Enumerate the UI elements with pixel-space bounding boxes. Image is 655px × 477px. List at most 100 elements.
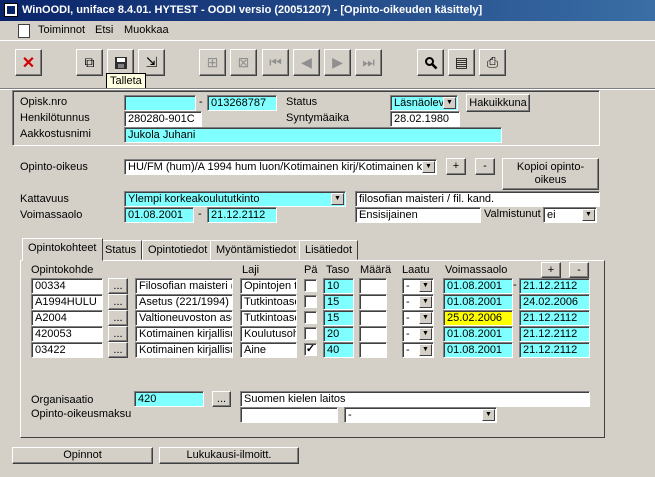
row-laji-field[interactable]: Aine (240, 342, 297, 358)
row-from-field[interactable]: 01.08.2001 (443, 278, 513, 294)
menu-etsi[interactable]: Etsi (95, 24, 113, 36)
chevron-down-icon[interactable]: ▼ (482, 409, 495, 421)
chevron-down-icon[interactable]: ▼ (422, 161, 435, 173)
add-opinto-oikeus-button[interactable]: + (446, 158, 466, 175)
add-record-icon[interactable]: ⊞ (199, 49, 226, 76)
row-code-field[interactable]: 00334 (31, 278, 103, 294)
row-code-field[interactable]: A1994HULU (31, 294, 103, 310)
row-to-field[interactable]: 21.12.2112 (519, 342, 590, 358)
organisaatio-lookup-button[interactable]: ... (212, 391, 231, 407)
organisaatio-name-field[interactable]: Suomen kielen laitos (240, 391, 590, 407)
chevron-down-icon[interactable]: ▼ (419, 280, 432, 292)
last-record-icon[interactable]: ⏭ (355, 49, 382, 76)
row-pa-checkbox[interactable] (304, 311, 317, 324)
row-lookup-button[interactable]: ... (108, 310, 128, 326)
chevron-down-icon[interactable]: ▼ (419, 312, 432, 324)
row-taso-field[interactable]: 40 (323, 342, 354, 358)
henkilotunnus-field[interactable]: 280280-901C (124, 111, 202, 127)
report-icon[interactable]: ▤ (448, 49, 475, 76)
menu-toiminnot[interactable]: Toiminnot (38, 24, 85, 36)
chevron-down-icon[interactable]: ▼ (582, 209, 595, 221)
row-to-field[interactable]: 21.12.2112 (519, 278, 590, 294)
row-lookup-button[interactable]: ... (108, 294, 128, 310)
row-pa-checkbox[interactable] (304, 279, 317, 292)
row-taso-field[interactable]: 20 (323, 326, 354, 342)
row-maara-field[interactable] (359, 342, 387, 358)
hakuikkuna-button[interactable]: Hakuikkuna (466, 94, 530, 112)
syntymaaika-field[interactable]: 28.02.1980 (390, 111, 460, 127)
row-lookup-button[interactable]: ... (108, 342, 128, 358)
row-pa-checkbox[interactable] (304, 327, 317, 340)
ensisijainen-field[interactable]: Ensisijainen (355, 207, 481, 223)
row-laatu-select[interactable]: - ▼ (402, 342, 434, 358)
exit-icon[interactable]: ⇲ (138, 49, 165, 76)
row-laatu-select[interactable]: - ▼ (402, 294, 434, 310)
row-laatu-select[interactable]: - ▼ (402, 310, 434, 326)
row-laji-field[interactable]: Opintojen ta (240, 278, 297, 294)
row-maara-field[interactable] (359, 278, 387, 294)
row-code-field[interactable]: A2004 (31, 310, 103, 326)
tutkinto-field[interactable]: filosofian maisteri / fil. kand. (355, 191, 600, 207)
chevron-down-icon[interactable]: ▼ (419, 296, 432, 308)
valmistunut-select[interactable]: ei ▼ (543, 207, 597, 223)
search-icon[interactable] (417, 49, 444, 76)
tab-opintokohteet[interactable]: Opintokohteet (22, 238, 103, 261)
tab-myontamistiedot[interactable]: Myöntämistiedot (210, 240, 303, 260)
voimassa-from-field[interactable]: 01.08.2001 (124, 207, 194, 223)
lukukausi-ilmoitt-button[interactable]: Lukukausi-ilmoitt. (159, 447, 299, 464)
remove-row-button[interactable]: - (569, 262, 589, 278)
print-icon[interactable]: ⎙ (479, 49, 506, 76)
copy-icon[interactable]: ⧉ (76, 49, 103, 76)
first-record-icon[interactable]: ⏮ (262, 49, 289, 76)
row-laji-field[interactable]: Tutkintoase (240, 294, 297, 310)
kopioi-opinto-oikeus-button[interactable]: Kopioi opinto-oikeus (502, 158, 599, 190)
row-pa-checkbox[interactable]: ✓ (304, 343, 317, 356)
cancel-icon[interactable]: ✕ (15, 49, 42, 76)
row-from-field[interactable]: 01.08.2001 (443, 342, 513, 358)
row-lookup-button[interactable]: ... (108, 278, 128, 294)
row-name-field[interactable]: Kotimainen kirjallisu (135, 342, 233, 358)
delete-record-icon[interactable]: ⊠ (230, 49, 257, 76)
save-icon[interactable] (107, 49, 134, 76)
row-pa-checkbox[interactable] (304, 295, 317, 308)
row-taso-field[interactable]: 10 (323, 278, 354, 294)
row-lookup-button[interactable]: ... (108, 326, 128, 342)
opinnot-button[interactable]: Opinnot (12, 447, 153, 464)
row-taso-field[interactable]: 15 (323, 294, 354, 310)
tab-opintotiedot[interactable]: Opintotiedot (142, 240, 214, 260)
opinto-oikeus-select[interactable]: HU/FM (hum)/A 1994 hum luon/Kotimainen k… (124, 159, 437, 175)
chevron-down-icon[interactable]: ▼ (419, 328, 432, 340)
voimassa-to-field[interactable]: 21.12.2112 (207, 207, 277, 223)
document-icon[interactable] (18, 24, 30, 38)
organisaatio-code-field[interactable]: 420 (134, 391, 204, 407)
row-maara-field[interactable] (359, 294, 387, 310)
row-from-field[interactable]: 25.02.2006 (443, 310, 513, 326)
row-taso-field[interactable]: 15 (323, 310, 354, 326)
row-maara-field[interactable] (359, 310, 387, 326)
opisk-nro-field[interactable]: 013268787 (207, 95, 277, 111)
maksu-field[interactable] (240, 407, 338, 423)
row-name-field[interactable]: Kotimainen kirjallisu (135, 326, 233, 342)
maksu-select[interactable]: - ▼ (344, 407, 497, 423)
tab-status[interactable]: Status (99, 240, 143, 260)
row-maara-field[interactable] (359, 326, 387, 342)
next-record-icon[interactable]: ▶ (324, 49, 351, 76)
menu-muokkaa[interactable]: Muokkaa (124, 24, 169, 36)
row-laji-field[interactable]: Koulutusoh (240, 326, 297, 342)
row-laji-field[interactable]: Tutkintoase (240, 310, 297, 326)
row-name-field[interactable]: Filosofian maisteri ( (135, 278, 233, 294)
row-from-field[interactable]: 01.08.2001 (443, 326, 513, 342)
row-code-field[interactable]: 03422 (31, 342, 103, 358)
status-select[interactable]: Läsnäolev ▼ (390, 95, 458, 111)
opisk-nro-prefix-field[interactable] (124, 95, 196, 111)
row-name-field[interactable]: Asetus (221/1994) (135, 294, 233, 310)
chevron-down-icon[interactable]: ▼ (419, 344, 432, 356)
row-to-field[interactable]: 24.02.2006 (519, 294, 590, 310)
row-laatu-select[interactable]: - ▼ (402, 278, 434, 294)
row-to-field[interactable]: 21.12.2112 (519, 310, 590, 326)
row-name-field[interactable]: Valtioneuvoston ase (135, 310, 233, 326)
remove-opinto-oikeus-button[interactable]: - (475, 158, 495, 175)
previous-record-icon[interactable]: ◀ (293, 49, 320, 76)
row-laatu-select[interactable]: - ▼ (402, 326, 434, 342)
row-code-field[interactable]: 420053 (31, 326, 103, 342)
